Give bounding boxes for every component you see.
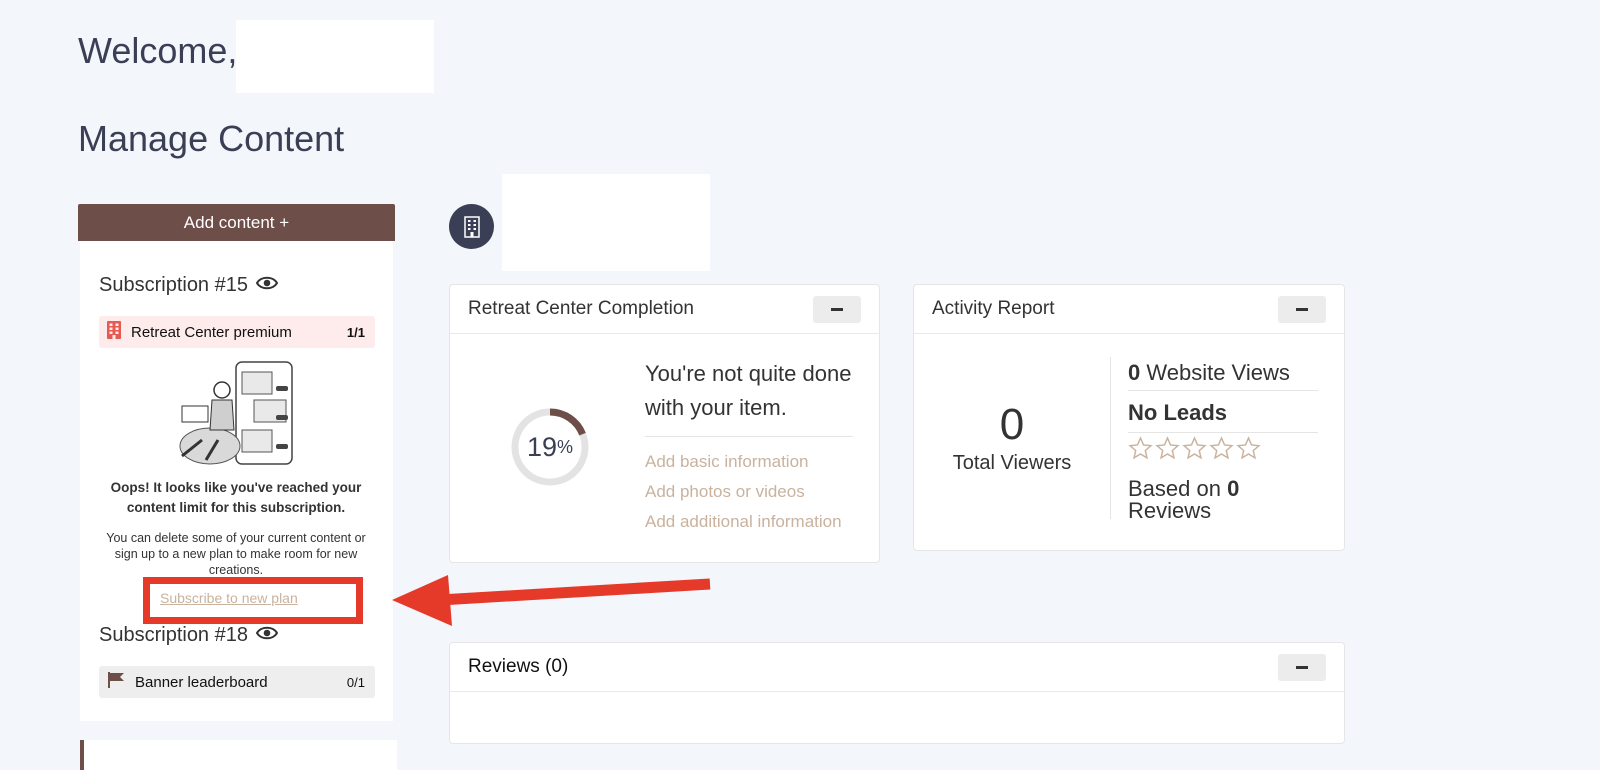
completion-panel-header: Retreat Center Completion <box>450 285 879 334</box>
leads-stat: No Leads <box>1128 400 1228 425</box>
eye-icon[interactable] <box>255 274 279 297</box>
completion-panel: Retreat Center Completion 19% You're not… <box>449 284 880 563</box>
activity-panel: Activity Report 0 Total Viewers 0 Websit… <box>913 284 1345 551</box>
divider <box>1128 390 1318 391</box>
activity-panel-title: Activity Report <box>932 298 1055 319</box>
total-viewers-value: 0 <box>999 400 1025 449</box>
add-basic-info-link[interactable]: Add basic information <box>645 452 808 472</box>
plan-count: 1/1 <box>346 324 365 340</box>
collapse-button[interactable] <box>1278 295 1326 323</box>
add-content-button[interactable]: Add content + <box>78 204 395 241</box>
reviews-panel-title: Reviews (0) <box>468 656 569 677</box>
divider <box>1128 432 1318 433</box>
limit-warning-heading: Oops! It looks like you've reached your … <box>110 480 362 515</box>
subscription-18-title: Subscription #18 <box>99 624 279 647</box>
star-icon <box>1236 436 1261 460</box>
limit-help-text: You can delete some of your current cont… <box>106 531 366 577</box>
plan-label: Retreat Center premium <box>131 323 292 341</box>
plan-label: Banner leaderboard <box>135 673 268 691</box>
annotation-highlight-box <box>143 577 363 624</box>
subscription-15-title: Subscription #15 <box>99 274 279 297</box>
listing-building-icon <box>449 204 494 249</box>
minus-icon <box>831 307 843 311</box>
minus-icon <box>1296 665 1308 669</box>
star-icon <box>1155 436 1180 460</box>
plan-row-retreat-center[interactable]: Retreat Center premium 1/1 <box>99 316 375 348</box>
next-card-stub <box>80 740 397 770</box>
reviews-panel-header: Reviews (0) <box>450 643 1344 692</box>
redacted-listing-name <box>502 174 710 271</box>
rating-stars <box>1128 436 1261 461</box>
add-photos-link[interactable]: Add photos or videos <box>645 482 805 502</box>
star-icon <box>1128 436 1153 460</box>
welcome-heading: Welcome, <box>78 30 238 71</box>
reviews-based-on: Based on 0 Reviews <box>1128 476 1240 523</box>
completion-message: You're not quite done with your item. <box>645 361 852 420</box>
completion-panel-title: Retreat Center Completion <box>468 298 694 319</box>
redacted-user-name <box>236 20 434 93</box>
total-viewers-label: Total Viewers <box>952 452 1072 474</box>
collapse-button[interactable] <box>813 295 861 323</box>
completion-percent: 19% <box>526 431 574 462</box>
star-icon <box>1182 436 1207 460</box>
plan-row-banner-leaderboard[interactable]: Banner leaderboard 0/1 <box>99 666 375 698</box>
divider <box>645 436 853 437</box>
content-limit-illustration <box>172 360 302 468</box>
completion-donut: 19% <box>510 407 590 487</box>
collapse-button[interactable] <box>1278 653 1326 681</box>
website-views-stat: 0 Website Views <box>1128 360 1290 385</box>
add-additional-info-link[interactable]: Add additional information <box>645 512 842 532</box>
plan-count: 0/1 <box>346 674 365 690</box>
flag-icon <box>107 672 125 692</box>
star-icon <box>1209 436 1234 460</box>
reviews-panel: Reviews (0) <box>449 642 1345 744</box>
vertical-divider <box>1110 357 1111 519</box>
annotation-arrow <box>390 570 715 630</box>
page-title: Manage Content <box>78 118 345 159</box>
activity-panel-header: Activity Report <box>914 285 1344 334</box>
minus-icon <box>1296 307 1308 311</box>
eye-icon[interactable] <box>255 624 279 647</box>
building-icon <box>107 321 121 343</box>
